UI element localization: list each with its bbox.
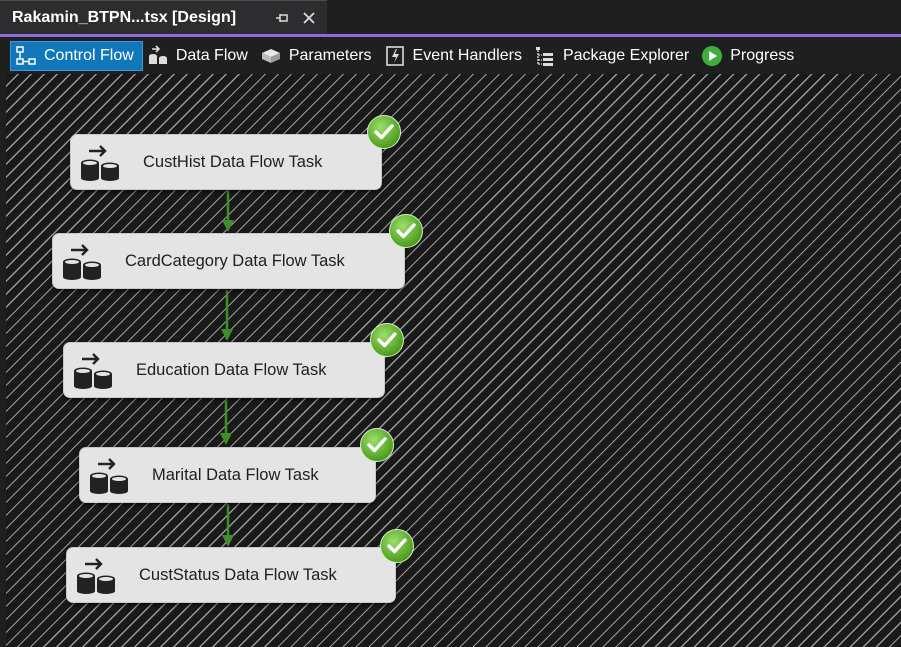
document-tab-title: Rakamin_BTPN...tsx [Design] <box>12 8 237 26</box>
success-check-icon <box>367 115 401 149</box>
data-flow-task-icon <box>63 244 101 280</box>
task-label: Education Data Flow Task <box>136 360 327 379</box>
precedence-constraint-4[interactable] <box>221 504 235 548</box>
precedence-constraint-2[interactable] <box>220 290 234 342</box>
tab-package-explorer-label: Package Explorer <box>562 46 690 64</box>
task-label: CustHist Data Flow Task <box>143 152 323 171</box>
task-label: CardCategory Data Flow Task <box>125 251 345 270</box>
success-check-icon <box>380 529 414 563</box>
data-flow-task-icon <box>90 458 128 494</box>
parameters-icon <box>260 45 282 67</box>
data-flow-icon <box>147 44 169 67</box>
tab-parameters-label: Parameters <box>288 46 372 64</box>
success-check-icon <box>389 214 423 248</box>
tab-data-flow[interactable]: Data Flow <box>143 41 256 71</box>
task-marital-data-flow[interactable]: Marital Data Flow Task <box>79 447 376 503</box>
control-flow-design-surface[interactable]: CustHist Data Flow Task CardCategory Dat… <box>6 74 901 647</box>
pin-icon[interactable] <box>273 9 291 27</box>
close-icon[interactable] <box>300 9 318 27</box>
success-check-icon <box>360 428 394 462</box>
control-flow-icon <box>15 45 37 67</box>
tab-event-handlers-label: Event Handlers <box>412 46 522 64</box>
task-custhist-data-flow[interactable]: CustHist Data Flow Task <box>70 134 382 190</box>
tab-progress[interactable]: Progress <box>697 41 802 71</box>
task-label: Marital Data Flow Task <box>152 465 319 484</box>
designer-toolbar: Control Flow Data Flow Parameters Event … <box>0 37 901 74</box>
tab-control-flow[interactable]: Control Flow <box>10 40 143 71</box>
tab-data-flow-label: Data Flow <box>175 46 248 64</box>
tab-parameters[interactable]: Parameters <box>256 41 380 71</box>
precedence-constraint-1[interactable] <box>221 190 235 233</box>
task-education-data-flow[interactable]: Education Data Flow Task <box>63 342 385 398</box>
document-tab[interactable]: Rakamin_BTPN...tsx [Design] <box>0 0 327 34</box>
data-flow-task-icon <box>77 558 115 594</box>
task-custstatus-data-flow[interactable]: CustStatus Data Flow Task <box>66 547 396 603</box>
document-tab-strip: Rakamin_BTPN...tsx [Design] <box>0 0 901 37</box>
task-cardcategory-data-flow[interactable]: CardCategory Data Flow Task <box>52 233 405 289</box>
precedence-constraint-3[interactable] <box>219 400 233 446</box>
tab-event-handlers[interactable]: Event Handlers <box>380 41 530 71</box>
success-check-icon <box>370 323 404 357</box>
data-flow-task-icon <box>81 145 119 181</box>
progress-play-icon <box>701 45 723 67</box>
tab-progress-label: Progress <box>730 46 795 64</box>
data-flow-task-icon <box>74 353 112 389</box>
tab-control-flow-label: Control Flow <box>44 46 134 64</box>
package-explorer-icon <box>534 45 556 67</box>
tab-package-explorer[interactable]: Package Explorer <box>530 41 697 71</box>
task-label: CustStatus Data Flow Task <box>139 565 337 584</box>
event-handlers-icon <box>384 45 406 67</box>
